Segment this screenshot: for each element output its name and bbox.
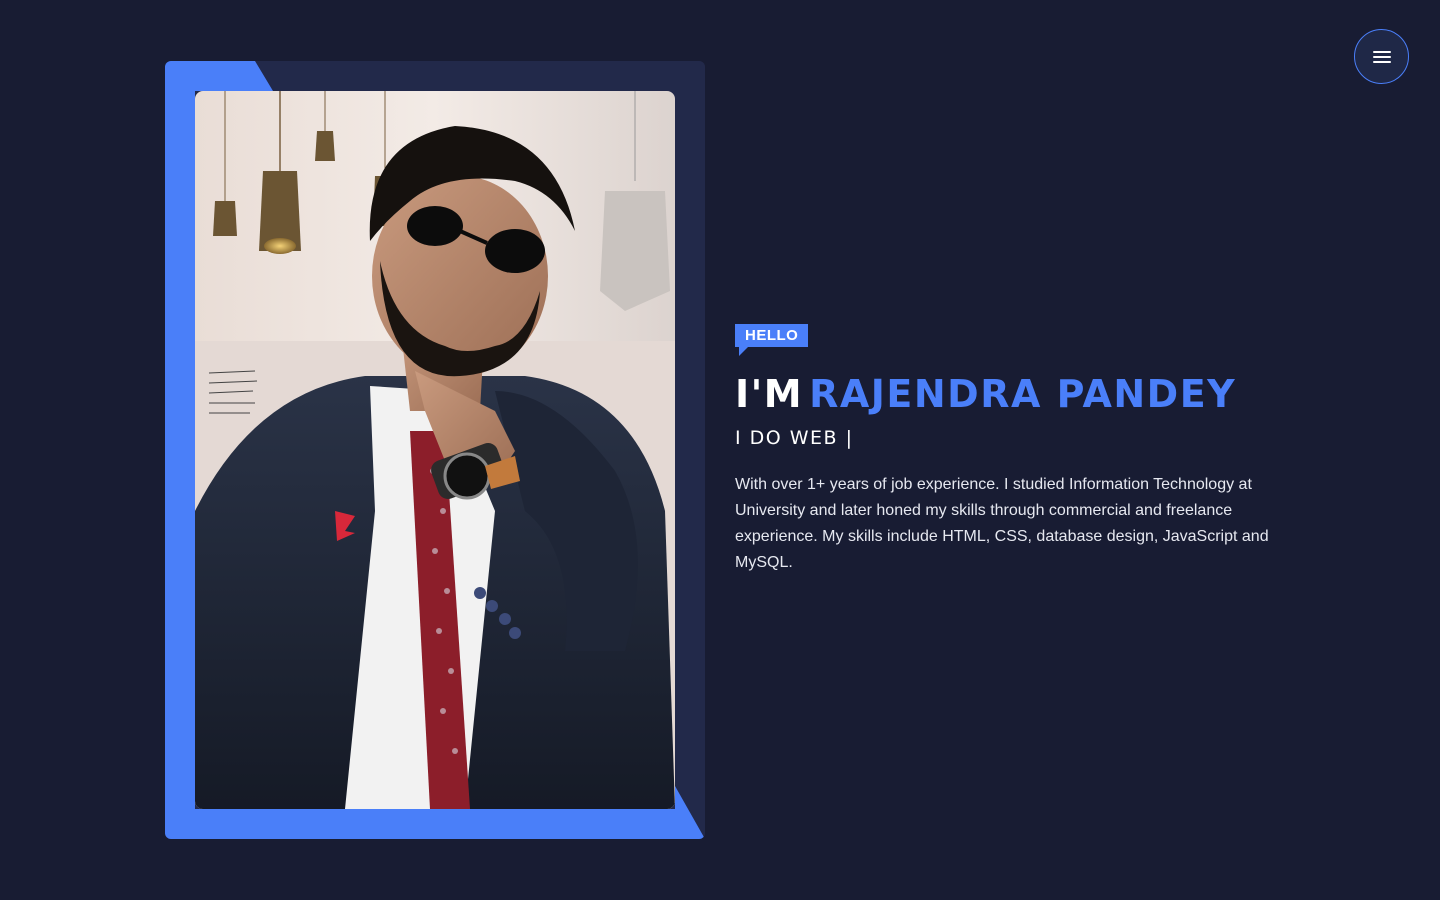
headline-name: RAJENDRA PANDEY xyxy=(809,372,1237,416)
profile-photo xyxy=(195,91,675,809)
bio-paragraph: With over 1+ years of job experience. I … xyxy=(735,476,1269,571)
hamburger-icon xyxy=(1372,50,1391,63)
greeting-badge: HELLO xyxy=(735,324,809,356)
profile-card xyxy=(165,61,705,839)
headline: I'M RAJENDRA PANDEY xyxy=(735,372,1295,416)
tagline: I DO WEB | xyxy=(735,427,854,449)
page: HELLO I'M RAJENDRA PANDEY I DO WEB | With… xyxy=(0,0,1440,900)
intro-section: HELLO I'M RAJENDRA PANDEY I DO WEB | With… xyxy=(735,324,1295,576)
menu-button[interactable] xyxy=(1354,29,1409,84)
headline-prefix: I'M xyxy=(735,372,804,416)
